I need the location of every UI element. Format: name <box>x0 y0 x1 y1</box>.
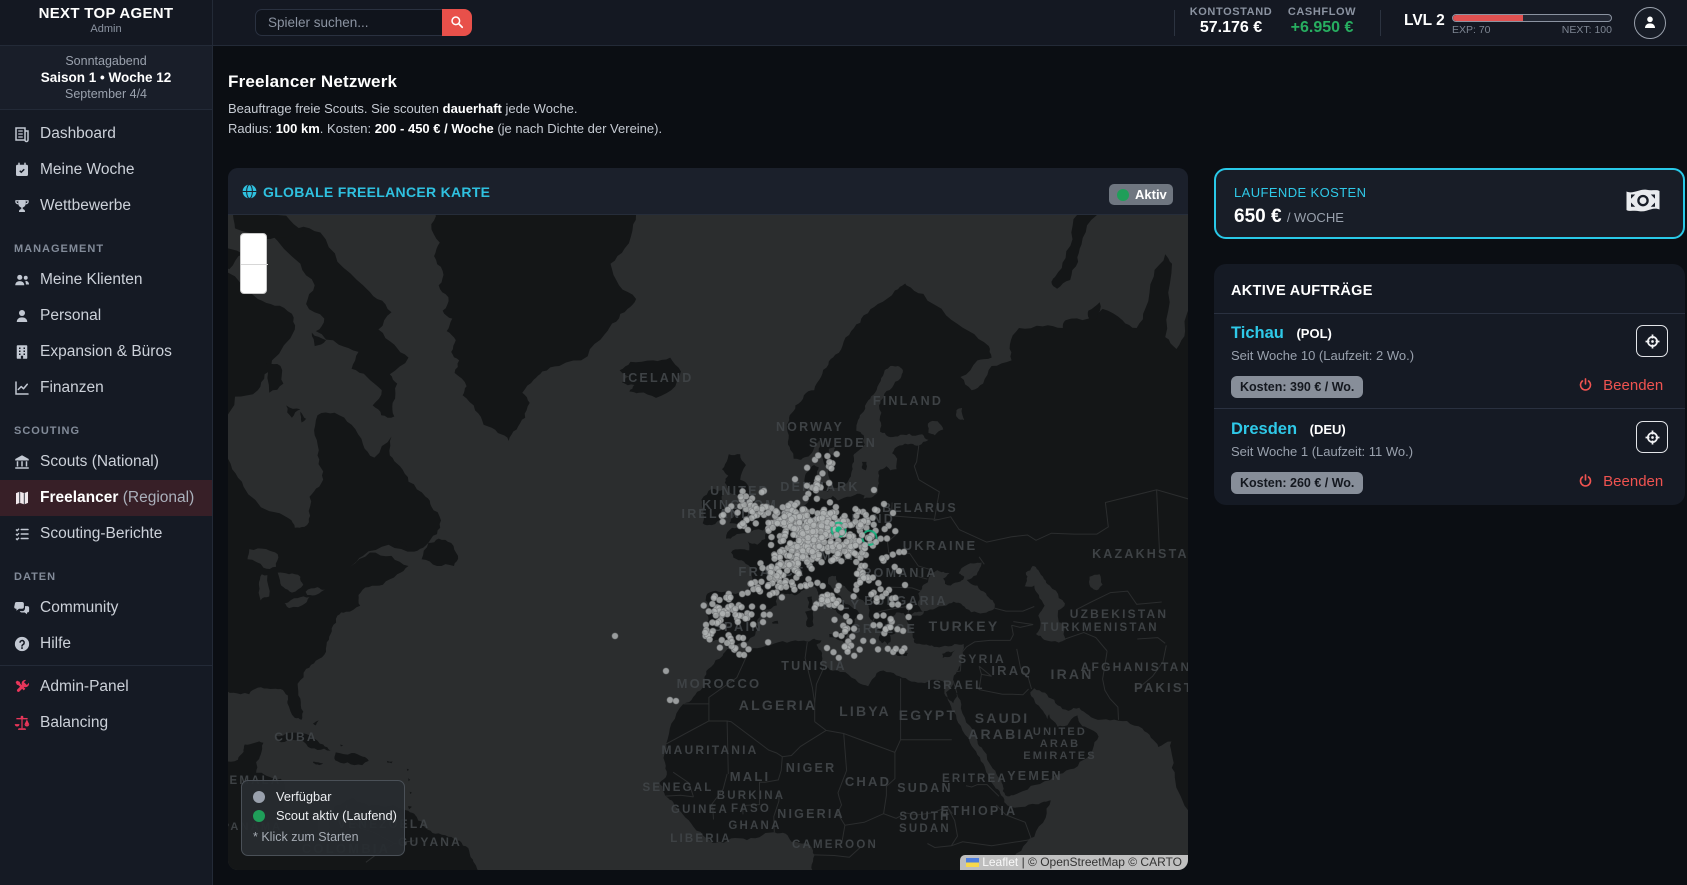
svg-text:YEMEN: YEMEN <box>1007 769 1062 783</box>
svg-text:AFGHANISTAN: AFGHANISTAN <box>1081 660 1188 674</box>
svg-text:LIBYA: LIBYA <box>839 703 891 719</box>
svg-text:ETHIOPIA: ETHIOPIA <box>941 804 1018 818</box>
svg-text:ERITREA: ERITREA <box>942 773 1008 785</box>
svg-text:PAKISTAN: PAKISTAN <box>1134 680 1188 695</box>
svg-text:SOUTH: SOUTH <box>899 811 950 823</box>
svg-text:EMIRATES: EMIRATES <box>1023 750 1097 762</box>
svg-text:NIGER: NIGER <box>786 761 837 775</box>
svg-text:CAMEROON: CAMEROON <box>792 839 878 851</box>
svg-text:ARABIA: ARABIA <box>968 726 1036 742</box>
svg-text:IRAQ: IRAQ <box>991 663 1032 678</box>
svg-text:SAUDI: SAUDI <box>975 710 1030 726</box>
svg-text:MALI: MALI <box>730 769 771 784</box>
svg-text:SENEGAL: SENEGAL <box>643 782 714 794</box>
svg-text:MOROCCO: MOROCCO <box>677 676 762 691</box>
svg-text:NORWAY: NORWAY <box>776 420 844 434</box>
svg-text:GUYANA: GUYANA <box>398 835 462 849</box>
svg-text:CUBA: CUBA <box>274 730 317 744</box>
svg-text:UNITED: UNITED <box>1033 726 1087 738</box>
svg-text:ALGERIA: ALGERIA <box>739 697 817 713</box>
svg-text:KAZAKHSTAN: KAZAKHSTAN <box>1092 547 1188 561</box>
svg-text:TURKMENISTAN: TURKMENISTAN <box>1041 622 1159 634</box>
svg-text:TURKEY: TURKEY <box>929 618 1000 634</box>
svg-text:SWEDEN: SWEDEN <box>809 436 877 450</box>
svg-text:UZBEKISTAN: UZBEKISTAN <box>1070 607 1168 621</box>
svg-text:EGYPT: EGYPT <box>899 707 957 723</box>
svg-text:FINLAND: FINLAND <box>873 394 943 408</box>
svg-text:MAURITANIA: MAURITANIA <box>661 743 758 757</box>
svg-text:ARAB: ARAB <box>1040 738 1081 750</box>
svg-text:FASO: FASO <box>731 803 771 815</box>
svg-text:GHANA: GHANA <box>728 820 781 832</box>
svg-text:NIGERIA: NIGERIA <box>777 807 845 821</box>
svg-text:GUINEA: GUINEA <box>671 804 729 816</box>
svg-text:LIBERIA: LIBERIA <box>670 833 731 845</box>
svg-text:UKRAINE: UKRAINE <box>903 538 978 553</box>
svg-text:CHAD: CHAD <box>845 774 891 789</box>
svg-text:SUDAN: SUDAN <box>899 823 951 835</box>
svg-text:ICELAND: ICELAND <box>623 371 694 385</box>
svg-text:BURKINA: BURKINA <box>717 790 785 802</box>
svg-text:TUNISIA: TUNISIA <box>781 659 846 673</box>
svg-text:ISRAEL: ISRAEL <box>927 678 984 692</box>
